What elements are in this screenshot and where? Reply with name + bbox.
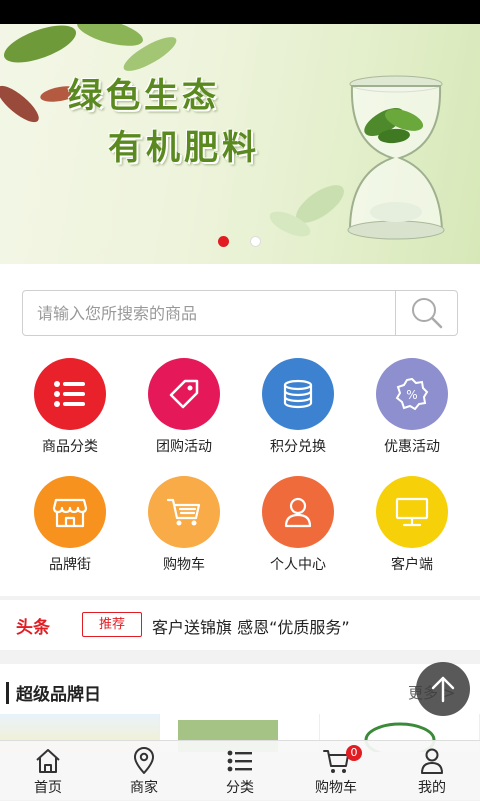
tab-category[interactable]: 分类 bbox=[192, 741, 288, 801]
list-icon bbox=[34, 358, 106, 430]
grid-item-category[interactable]: 商品分类 bbox=[10, 340, 130, 464]
grid-item-points[interactable]: 积分兑换 bbox=[238, 340, 358, 464]
headline-tag: 头条 bbox=[16, 618, 50, 638]
search-area bbox=[0, 264, 480, 340]
banner-title-line2: 有机肥料 bbox=[108, 128, 260, 168]
tab-label: 分类 bbox=[226, 780, 254, 796]
carousel-dot-active[interactable] bbox=[218, 236, 229, 247]
status-bar bbox=[0, 0, 480, 24]
arrow-up-icon bbox=[431, 676, 455, 703]
coins-icon bbox=[262, 358, 334, 430]
grid-item-label: 购物车 bbox=[163, 557, 205, 573]
carousel-dot[interactable] bbox=[250, 236, 261, 247]
grid-item-profile[interactable]: 个人中心 bbox=[238, 458, 358, 582]
tab-label: 商家 bbox=[130, 780, 158, 796]
discount-icon: % bbox=[376, 358, 448, 430]
tab-label: 首页 bbox=[34, 780, 62, 796]
tab-label: 我的 bbox=[418, 780, 446, 796]
section-title: 超级品牌日 bbox=[16, 685, 101, 705]
section-accent-bar bbox=[6, 682, 9, 704]
shortcut-grid: 商品分类 团购活动 积分兑换 % 优惠活动 品牌街 购物车 个人中心 客户端 bbox=[0, 340, 480, 596]
tag-icon bbox=[148, 358, 220, 430]
banner-carousel[interactable]: 绿色生态 有机肥料 bbox=[0, 24, 480, 264]
user-icon bbox=[262, 476, 334, 548]
headline-bar[interactable]: 头条 推荐 客户送锦旗 感恩“优质服务” bbox=[0, 600, 480, 650]
grid-item-groupbuy[interactable]: 团购活动 bbox=[124, 340, 244, 464]
tab-cart[interactable]: 0 购物车 bbox=[288, 741, 384, 801]
grid-item-client[interactable]: 客户端 bbox=[352, 458, 472, 582]
grid-item-discount[interactable]: % 优惠活动 bbox=[352, 340, 472, 464]
grid-item-label: 团购活动 bbox=[156, 439, 212, 455]
bottom-tab-bar: 首页 商家 分类 0 购物车 我的 bbox=[0, 740, 480, 800]
tab-mine[interactable]: 我的 bbox=[384, 741, 480, 801]
search-button[interactable] bbox=[395, 291, 457, 335]
location-pin-icon bbox=[134, 747, 154, 774]
search-icon bbox=[411, 298, 442, 329]
tab-label: 购物车 bbox=[315, 780, 357, 796]
store-icon bbox=[34, 476, 106, 548]
search-box bbox=[22, 290, 458, 336]
svg-text:%: % bbox=[406, 388, 417, 402]
cart-count-badge: 0 bbox=[346, 745, 362, 761]
grid-item-cart[interactable]: 购物车 bbox=[124, 458, 244, 582]
list-icon bbox=[227, 750, 252, 772]
carousel-indicator bbox=[0, 236, 480, 250]
grid-item-label: 商品分类 bbox=[42, 439, 98, 455]
home-icon bbox=[36, 749, 60, 773]
grid-item-label: 品牌街 bbox=[49, 557, 91, 573]
grid-item-label: 积分兑换 bbox=[270, 439, 326, 455]
user-icon bbox=[421, 748, 443, 774]
grid-item-label: 个人中心 bbox=[270, 557, 326, 573]
recommend-badge: 推荐 bbox=[82, 612, 142, 637]
tab-merchants[interactable]: 商家 bbox=[96, 741, 192, 801]
banner-title-line1: 绿色生态 bbox=[68, 76, 220, 116]
cart-icon bbox=[148, 476, 220, 548]
search-input[interactable] bbox=[23, 291, 395, 335]
back-to-top-button[interactable] bbox=[416, 662, 470, 716]
grid-item-label: 优惠活动 bbox=[384, 439, 440, 455]
headline-text[interactable]: 客户送锦旗 感恩“优质服务” bbox=[152, 614, 350, 638]
monitor-icon bbox=[376, 476, 448, 548]
tab-home[interactable]: 首页 bbox=[0, 741, 96, 801]
grid-item-brand-street[interactable]: 品牌街 bbox=[10, 458, 130, 582]
hourglass-image bbox=[347, 75, 445, 240]
grid-item-label: 客户端 bbox=[391, 557, 433, 573]
